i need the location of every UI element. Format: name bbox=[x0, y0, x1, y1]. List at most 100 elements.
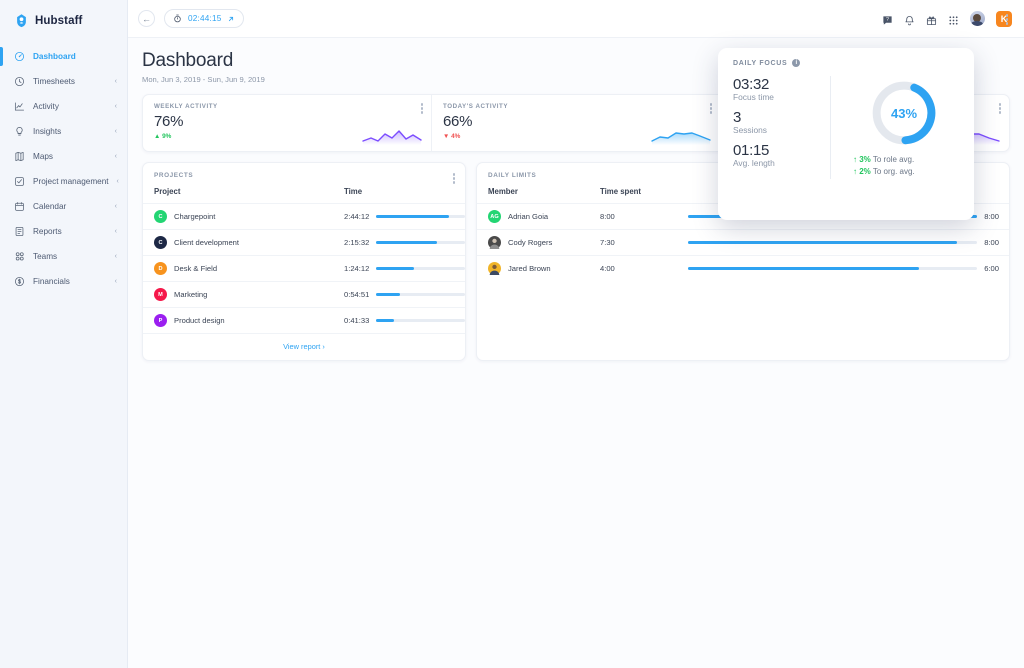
metric-value: 03:32 bbox=[733, 76, 770, 93]
table-row[interactable]: P Product design 0:41:33 bbox=[143, 307, 465, 333]
chevron-icon: ‹ bbox=[114, 78, 117, 85]
sidebar-item-label: Activity bbox=[33, 102, 59, 111]
metric-avg-length: 01:15 Avg. length bbox=[733, 142, 822, 168]
project-progress-bar bbox=[376, 319, 465, 322]
sidebar: Hubstaff Dashboard Timesheets ‹ Activity… bbox=[0, 0, 128, 668]
sidebar-item-financials[interactable]: Financials ‹ bbox=[0, 269, 127, 294]
calendar-icon bbox=[14, 201, 25, 212]
time-spent: 7:30 bbox=[589, 229, 677, 256]
comparison-role: ↑ 3% To role avg. bbox=[853, 155, 915, 164]
stat-label: WEEKLY ACTIVITY bbox=[154, 103, 218, 110]
stat-card-todays-activity: TODAY'S ACTIVITY 66% ▼ 4% bbox=[432, 95, 721, 151]
project-progress-bar bbox=[376, 215, 465, 218]
sidebar-item-dashboard[interactable]: Dashboard bbox=[0, 44, 127, 69]
column-header-member: Member bbox=[488, 187, 518, 196]
hubstaff-logo-icon bbox=[14, 13, 29, 28]
kebab-menu-icon[interactable] bbox=[452, 173, 455, 185]
project-progress-bar bbox=[376, 241, 465, 244]
table-row[interactable]: C Chargepoint 2:44:12 bbox=[143, 203, 465, 230]
info-icon[interactable]: i bbox=[792, 59, 801, 67]
project-name: Product design bbox=[174, 316, 225, 325]
sidebar-item-maps[interactable]: Maps ‹ bbox=[0, 144, 127, 169]
kebab-menu-icon[interactable] bbox=[420, 103, 423, 115]
daily-focus-metrics: 03:32 Focus time 3 Sessions 01:15 Avg. l… bbox=[733, 76, 831, 179]
sidebar-item-label: Teams bbox=[33, 252, 58, 261]
panels-row: PROJECTS Project Time C Chargepoint 2:44:… bbox=[142, 162, 1010, 361]
project-name: Desk & Field bbox=[174, 264, 218, 273]
project-time: 2:44:12 bbox=[344, 212, 370, 221]
column-header-time-spent: Time spent bbox=[600, 187, 642, 196]
date-range: Mon, Jun 3, 2019 - Sun, Jun 9, 2019 bbox=[142, 75, 265, 84]
limit-progress-bar bbox=[688, 241, 978, 244]
project-time: 0:54:51 bbox=[344, 290, 370, 299]
member-avatar bbox=[488, 262, 501, 275]
sidebar-item-label: Maps bbox=[33, 152, 54, 161]
sidebar-nav: Dashboard Timesheets ‹ Activity ‹ Insigh… bbox=[0, 44, 127, 294]
sidebar-item-calendar[interactable]: Calendar ‹ bbox=[0, 194, 127, 219]
project-progress-bar bbox=[376, 267, 465, 270]
column-header-time: Time bbox=[344, 187, 363, 196]
sidebar-item-label: Insights bbox=[33, 127, 62, 136]
chevron-icon: ‹ bbox=[114, 228, 117, 235]
project-avatar: C bbox=[154, 210, 167, 223]
metric-value: 01:15 bbox=[733, 142, 770, 159]
sidebar-item-insights[interactable]: Insights ‹ bbox=[0, 119, 127, 144]
dashboard-icon bbox=[14, 51, 25, 62]
sidebar-item-timesheets[interactable]: Timesheets ‹ bbox=[0, 69, 127, 94]
kebab-menu-icon[interactable] bbox=[709, 103, 712, 115]
project-name: Marketing bbox=[174, 290, 208, 299]
teams-icon bbox=[14, 251, 25, 262]
view-report-link[interactable]: View report › bbox=[143, 333, 465, 360]
sidebar-item-project-management[interactable]: Project management ‹ bbox=[0, 169, 127, 194]
daily-focus-body: 03:32 Focus time 3 Sessions 01:15 Avg. l… bbox=[733, 76, 961, 179]
sidebar-item-label: Financials bbox=[33, 277, 70, 286]
table-row[interactable]: M Marketing 0:54:51 bbox=[143, 281, 465, 308]
checklist-icon bbox=[14, 176, 25, 187]
lightbulb-icon bbox=[14, 126, 25, 137]
focus-donut-chart: 43% bbox=[868, 77, 940, 149]
chevron-icon: ‹ bbox=[114, 153, 117, 160]
project-progress-bar bbox=[376, 293, 465, 296]
sidebar-item-teams[interactable]: Teams ‹ bbox=[0, 244, 127, 269]
projects-table: Project Time C Chargepoint 2:44:12 C Clien… bbox=[143, 179, 465, 333]
brand-logo[interactable]: Hubstaff bbox=[0, 0, 127, 28]
table-row[interactable]: C Client development 2:15:32 bbox=[143, 229, 465, 256]
page-title: Dashboard bbox=[142, 50, 234, 71]
chevron-icon: ‹ bbox=[114, 128, 117, 135]
table-row[interactable]: Cody Rogers 7:30 8:00 bbox=[477, 229, 1009, 256]
dollar-circle-icon bbox=[14, 276, 25, 287]
topbar: ← 02:44:15 ? K bbox=[128, 0, 1024, 38]
project-time: 0:41:33 bbox=[344, 316, 370, 325]
arrow-up-icon: ↑ bbox=[853, 155, 857, 164]
clock-icon bbox=[14, 76, 25, 87]
table-row[interactable]: D Desk & Field 1:24:12 bbox=[143, 255, 465, 282]
chevron-icon: ‹ bbox=[116, 178, 119, 185]
sidebar-item-activity[interactable]: Activity ‹ bbox=[0, 94, 127, 119]
comparison-org: ↑ 2% To org. avg. bbox=[853, 167, 915, 176]
sidebar-item-label: Dashboard bbox=[33, 52, 76, 61]
member-avatar bbox=[488, 236, 501, 249]
sidebar-item-reports[interactable]: Reports ‹ bbox=[0, 219, 127, 244]
sidebar-item-label: Reports bbox=[33, 227, 62, 236]
app-window: Hubstaff Dashboard Timesheets ‹ Activity… bbox=[0, 0, 1024, 668]
stat-label: TODAY'S ACTIVITY bbox=[443, 103, 509, 110]
sidebar-item-label: Project management bbox=[33, 177, 109, 186]
focus-comparisons: ↑ 3% To role avg. ↑ 2% To org. avg. bbox=[847, 155, 961, 176]
daily-focus-ring-area: 43% ↑ 3% To role avg. ↑ 2% To org. avg. bbox=[831, 76, 961, 179]
screenshot-stage: Hubstaff Dashboard Timesheets ‹ Activity… bbox=[0, 0, 1024, 668]
arrow-up-right-icon[interactable] bbox=[227, 10, 235, 28]
chevron-icon: ‹ bbox=[114, 103, 117, 110]
chevron-icon: ‹ bbox=[114, 253, 117, 260]
table-row[interactable]: Jared Brown 4:00 6:00 bbox=[477, 255, 1009, 281]
timer-widget[interactable]: 02:44:15 bbox=[164, 9, 245, 28]
project-avatar: D bbox=[154, 262, 167, 275]
back-button[interactable]: ← bbox=[138, 10, 155, 27]
metric-caption: Sessions bbox=[733, 125, 767, 135]
activity-chart-icon bbox=[14, 101, 25, 112]
dashboard-content: Dashboard Mon, Jun 3, 2019 - Sun, Jun 9,… bbox=[128, 38, 1024, 668]
timer-value: 02:44:15 bbox=[188, 14, 222, 23]
project-time: 1:24:12 bbox=[344, 264, 370, 273]
sidebar-item-label: Calendar bbox=[33, 202, 67, 211]
stopwatch-icon bbox=[173, 10, 182, 28]
project-avatar: P bbox=[154, 314, 167, 327]
